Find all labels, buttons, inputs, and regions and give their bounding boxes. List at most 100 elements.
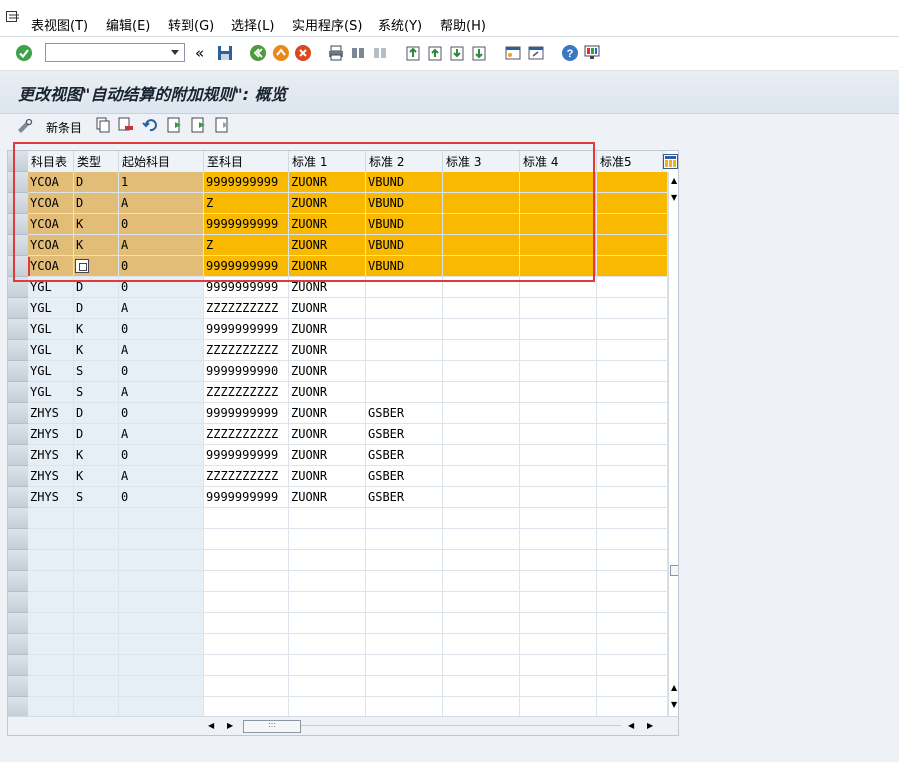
cell-criterion-2[interactable]: GSBER xyxy=(366,487,443,508)
row-selector[interactable] xyxy=(8,613,28,634)
cell-criterion-3[interactable] xyxy=(443,529,520,550)
column-header-from-account[interactable]: 起始科目 xyxy=(119,151,204,172)
cell-criterion-1[interactable] xyxy=(289,655,366,676)
cell-criterion-3[interactable] xyxy=(443,256,520,277)
cell-criterion-2[interactable] xyxy=(366,634,443,655)
cell-criterion-5[interactable] xyxy=(597,340,668,361)
cell-criterion-5[interactable] xyxy=(597,172,668,193)
cell-criterion-4[interactable] xyxy=(520,172,597,193)
cell-criterion-3[interactable] xyxy=(443,172,520,193)
cell-criterion-4[interactable] xyxy=(520,529,597,550)
cell-criterion-4[interactable] xyxy=(520,193,597,214)
cell-to-account[interactable]: ZZZZZZZZZZ xyxy=(204,298,289,319)
menu-table-view[interactable]: 表视图(T) xyxy=(31,15,88,34)
cell-criterion-3[interactable] xyxy=(443,508,520,529)
vertical-scrollbar[interactable]: ▲ ▼ ▲ ▼ xyxy=(668,172,678,716)
exit-icon[interactable] xyxy=(272,44,290,62)
cell-criterion-4[interactable] xyxy=(520,676,597,697)
cell-criterion-4[interactable] xyxy=(520,214,597,235)
double-chevron-left-icon[interactable]: « xyxy=(195,44,204,62)
cell-to-account[interactable] xyxy=(204,613,289,634)
menu-system[interactable]: 系统(Y) xyxy=(378,15,422,34)
cell-criterion-5[interactable] xyxy=(597,676,668,697)
cell-criterion-5[interactable] xyxy=(597,256,668,277)
row-selector[interactable] xyxy=(8,277,28,298)
cell-criterion-3[interactable] xyxy=(443,424,520,445)
undo-icon[interactable] xyxy=(142,117,158,133)
cell-criterion-1[interactable]: ZUONR xyxy=(289,277,366,298)
customize-layout-icon[interactable] xyxy=(583,44,601,62)
scroll-down-icon[interactable]: ▼ xyxy=(671,193,677,202)
cell-to-account[interactable]: 9999999999 xyxy=(204,214,289,235)
row-selector[interactable] xyxy=(8,508,28,529)
help-icon[interactable]: ? xyxy=(561,44,579,62)
cell-criterion-1[interactable] xyxy=(289,508,366,529)
row-selector[interactable] xyxy=(8,214,28,235)
cell-criterion-5[interactable] xyxy=(597,277,668,298)
cell-criterion-2[interactable] xyxy=(366,382,443,403)
horizontal-scroll-thumb[interactable]: ::: xyxy=(243,720,301,733)
cancel-icon[interactable] xyxy=(294,44,312,62)
cell-criterion-2[interactable]: GSBER xyxy=(366,403,443,424)
cell-criterion-1[interactable] xyxy=(289,634,366,655)
row-selector[interactable] xyxy=(8,634,28,655)
cell-criterion-2[interactable] xyxy=(366,613,443,634)
cell-criterion-5[interactable] xyxy=(597,382,668,403)
cell-criterion-1[interactable]: ZUONR xyxy=(289,361,366,382)
row-selector[interactable] xyxy=(8,298,28,319)
create-session-icon[interactable] xyxy=(504,44,522,62)
column-header-criterion-3[interactable]: 标准 3 xyxy=(443,151,520,172)
cell-criterion-3[interactable] xyxy=(443,676,520,697)
cell-criterion-5[interactable] xyxy=(597,424,668,445)
cell-criterion-4[interactable] xyxy=(520,466,597,487)
cell-criterion-4[interactable] xyxy=(520,592,597,613)
cell-criterion-1[interactable]: ZUONR xyxy=(289,424,366,445)
cell-to-account[interactable] xyxy=(204,550,289,571)
column-header-to-account[interactable]: 至科目 xyxy=(204,151,289,172)
last-page-icon[interactable] xyxy=(470,44,488,62)
command-field[interactable] xyxy=(45,43,185,62)
menu-help[interactable]: 帮助(H) xyxy=(440,15,486,34)
horizontal-scrollbar[interactable]: ◀ ▶ ::: ◀ ▶ xyxy=(8,716,678,735)
cell-criterion-2[interactable] xyxy=(366,298,443,319)
cell-criterion-2[interactable] xyxy=(366,319,443,340)
cell-to-account[interactable] xyxy=(204,529,289,550)
cell-criterion-3[interactable] xyxy=(443,592,520,613)
row-selector[interactable] xyxy=(8,466,28,487)
cell-to-account[interactable]: ZZZZZZZZZZ xyxy=(204,424,289,445)
row-selector[interactable] xyxy=(8,340,28,361)
cell-criterion-5[interactable] xyxy=(597,466,668,487)
cell-to-account[interactable]: 9999999999 xyxy=(204,277,289,298)
cell-criterion-1[interactable]: ZUONR xyxy=(289,172,366,193)
menu-select[interactable]: 选择(L) xyxy=(231,15,274,34)
cell-criterion-1[interactable]: ZUONR xyxy=(289,319,366,340)
cell-criterion-5[interactable] xyxy=(597,550,668,571)
cell-criterion-2[interactable]: VBUND xyxy=(366,235,443,256)
cell-criterion-2[interactable] xyxy=(366,277,443,298)
cell-criterion-3[interactable] xyxy=(443,445,520,466)
cell-criterion-5[interactable] xyxy=(597,634,668,655)
cell-to-account[interactable] xyxy=(204,508,289,529)
cell-criterion-5[interactable] xyxy=(597,445,668,466)
cell-criterion-5[interactable] xyxy=(597,214,668,235)
column-header-type[interactable]: 类型 xyxy=(74,151,119,172)
column-settings-icon[interactable] xyxy=(663,154,678,169)
row-selector[interactable] xyxy=(8,697,28,718)
chevron-down-icon[interactable] xyxy=(171,50,179,55)
cell-criterion-5[interactable] xyxy=(597,655,668,676)
cell-to-account[interactable]: 9999999999 xyxy=(204,487,289,508)
cell-criterion-2[interactable] xyxy=(366,508,443,529)
cell-criterion-2[interactable] xyxy=(366,697,443,718)
cell-criterion-4[interactable] xyxy=(520,508,597,529)
row-selector[interactable] xyxy=(8,193,28,214)
row-selector[interactable] xyxy=(8,382,28,403)
column-header-account-table[interactable]: 科目表 xyxy=(28,151,74,172)
cell-criterion-5[interactable] xyxy=(597,403,668,424)
cell-criterion-3[interactable] xyxy=(443,634,520,655)
row-selector[interactable] xyxy=(8,592,28,613)
cell-criterion-5[interactable] xyxy=(597,319,668,340)
cell-criterion-5[interactable] xyxy=(597,571,668,592)
cell-criterion-5[interactable] xyxy=(597,193,668,214)
cell-criterion-3[interactable] xyxy=(443,298,520,319)
cell-criterion-1[interactable]: ZUONR xyxy=(289,193,366,214)
